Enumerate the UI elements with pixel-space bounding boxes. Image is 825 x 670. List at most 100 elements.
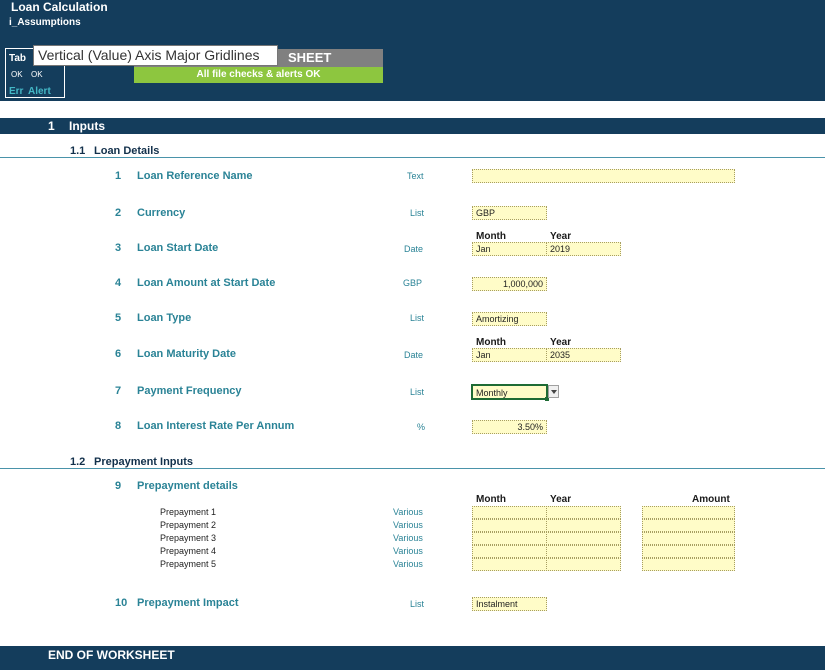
prepayment-year-input[interactable] <box>546 506 621 519</box>
maturity-year-input[interactable]: 2035 <box>546 348 621 362</box>
subsection-1-divider <box>0 157 825 158</box>
subsection-1-number: 1.1 <box>70 145 86 157</box>
item-2-label: Currency <box>137 207 186 219</box>
prepayment-month-input[interactable] <box>472 545 547 558</box>
prepayment-row-label: Prepayment 2 <box>160 520 217 530</box>
prepayment-month-input[interactable] <box>472 558 547 571</box>
item-7-unit: List <box>410 387 425 397</box>
prepayment-amount-input[interactable] <box>642 545 735 558</box>
payment-frequency-select[interactable]: Monthly <box>471 384 548 400</box>
tab-check-err: Err <box>9 86 24 97</box>
item-1-number: 1 <box>115 170 122 182</box>
loan-type-input[interactable]: Amortizing <box>472 312 547 326</box>
tab-check-header: Tab <box>9 53 27 64</box>
prepayment-row-2: Prepayment 2 Various <box>0 519 825 532</box>
item-1-unit: Text <box>407 171 424 181</box>
prepayment-month-input[interactable] <box>472 506 547 519</box>
item-5-number: 5 <box>115 312 122 324</box>
subsection-2-divider <box>0 468 825 469</box>
end-of-worksheet-label: END OF WORKSHEET <box>48 648 175 662</box>
item-4-label: Loan Amount at Start Date <box>137 277 276 289</box>
prepayment-row-1: Prepayment 1 Various <box>0 506 825 519</box>
item-9-number: 9 <box>115 480 122 492</box>
item-4-unit: GBP <box>403 278 423 288</box>
prepayment-year-input[interactable] <box>546 545 621 558</box>
item-7-number: 7 <box>115 385 122 397</box>
maturity-year-header: Year <box>550 337 572 348</box>
item-3-unit: Date <box>404 244 424 254</box>
maturity-month-input[interactable]: Jan <box>472 348 547 362</box>
prepayment-row-unit: Various <box>393 520 423 530</box>
prepayment-row-label: Prepayment 4 <box>160 546 217 556</box>
chevron-down-icon <box>551 390 557 394</box>
sheet-tab-name: i_Assumptions <box>9 17 81 28</box>
prepayment-year-input[interactable] <box>546 532 621 545</box>
item-6-unit: Date <box>404 350 424 360</box>
payment-frequency-dropdown-button[interactable] <box>548 385 559 398</box>
subsection-2-title: Prepayment Inputs <box>94 456 194 468</box>
item-7-label: Payment Frequency <box>137 385 242 397</box>
item-6-number: 6 <box>115 348 122 360</box>
section-title: Inputs <box>69 119 105 133</box>
prepayment-month-input[interactable] <box>472 532 547 545</box>
item-4-number: 4 <box>115 277 122 289</box>
item-5-label: Loan Type <box>137 312 192 324</box>
prepayment-impact-input[interactable]: Instalment <box>472 597 547 611</box>
tab-check-status-2: OK <box>31 70 43 79</box>
prepayment-row-label: Prepayment 5 <box>160 559 217 569</box>
sheet-title: Loan Calculation <box>11 0 108 14</box>
section-inputs-band <box>0 118 825 134</box>
checks-status-bar: All file checks & alerts OK <box>134 67 383 83</box>
prepayment-month-input[interactable] <box>472 519 547 532</box>
item-3-label: Loan Start Date <box>137 242 219 254</box>
item-2-number: 2 <box>115 207 122 219</box>
item-6-label: Loan Maturity Date <box>137 348 237 360</box>
loan-reference-input[interactable] <box>472 169 735 183</box>
chart-element-tooltip: Vertical (Value) Axis Major Gridlines <box>33 45 278 66</box>
item-2-unit: List <box>410 208 425 218</box>
item-8-label: Loan Interest Rate Per Annum <box>137 420 295 432</box>
interest-rate-input[interactable]: 3.50% <box>472 420 547 434</box>
prepayment-row-label: Prepayment 3 <box>160 533 217 543</box>
prepayment-year-input[interactable] <box>546 558 621 571</box>
prepayment-row-5: Prepayment 5 Various <box>0 558 825 571</box>
item-9-label: Prepayment details <box>137 480 238 492</box>
loan-amount-input[interactable]: 1,000,000 <box>472 277 547 291</box>
prepayment-row-unit: Various <box>393 507 423 517</box>
subsection-2-number: 1.2 <box>70 456 86 468</box>
prepayment-amount-header: Amount <box>692 494 730 505</box>
prepayment-row-3: Prepayment 3 Various <box>0 532 825 545</box>
prepayment-amount-input[interactable] <box>642 558 735 571</box>
start-year-input[interactable]: 2019 <box>546 242 621 256</box>
prepayment-amount-input[interactable] <box>642 506 735 519</box>
tab-check-status-1: OK <box>11 70 23 79</box>
subsection-1-title: Loan Details <box>94 145 160 157</box>
start-month-input[interactable]: Jan <box>472 242 547 256</box>
maturity-month-header: Month <box>476 337 506 348</box>
prepayment-row-unit: Various <box>393 559 423 569</box>
start-year-header: Year <box>550 231 572 242</box>
prepayment-row-4: Prepayment 4 Various <box>0 545 825 558</box>
tab-check-alert: Alert <box>28 86 51 97</box>
section-number: 1 <box>48 119 55 133</box>
item-10-label: Prepayment Impact <box>137 597 239 609</box>
currency-input[interactable]: GBP <box>472 206 547 220</box>
prepayment-year-input[interactable] <box>546 519 621 532</box>
prepayment-amount-input[interactable] <box>642 532 735 545</box>
prepayment-row-label: Prepayment 1 <box>160 507 217 517</box>
item-10-unit: List <box>410 599 425 609</box>
start-month-header: Month <box>476 231 506 242</box>
prepayment-month-header: Month <box>476 494 506 505</box>
item-8-number: 8 <box>115 420 122 432</box>
item-1-label: Loan Reference Name <box>137 170 253 182</box>
prepayment-year-header: Year <box>550 494 572 505</box>
item-3-number: 3 <box>115 242 122 254</box>
prepayment-row-unit: Various <box>393 546 423 556</box>
prepayment-amount-input[interactable] <box>642 519 735 532</box>
prepayment-row-unit: Various <box>393 533 423 543</box>
checks-status-text: All file checks & alerts OK <box>196 69 321 80</box>
item-8-unit: % <box>417 422 426 432</box>
item-10-number: 10 <box>115 597 128 609</box>
item-5-unit: List <box>410 313 425 323</box>
sheet-bar-label: SHEET <box>288 50 332 65</box>
